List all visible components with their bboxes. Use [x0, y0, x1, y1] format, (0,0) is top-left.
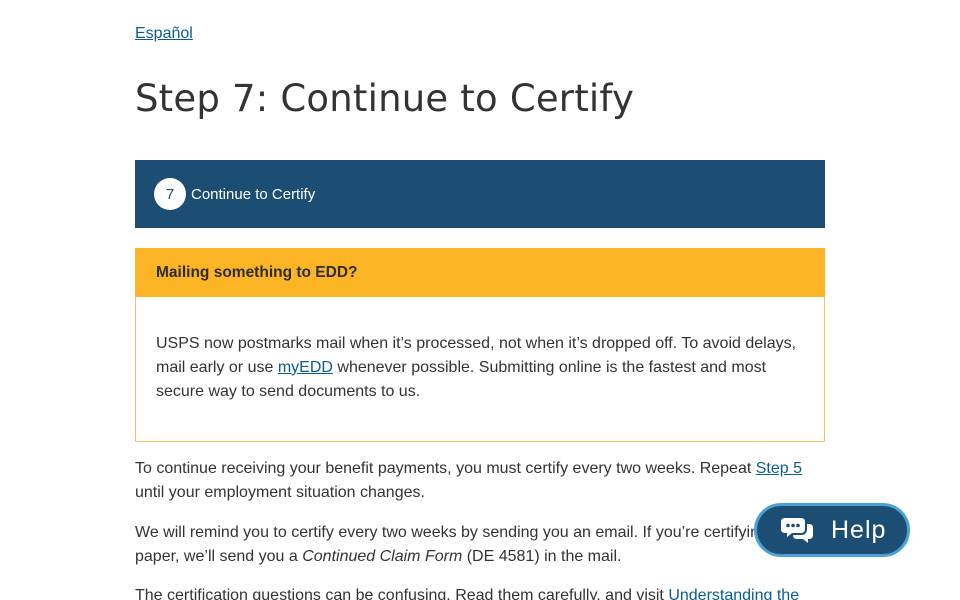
reminder-paragraph: We will remind you to certify every two … — [135, 521, 825, 569]
questions-text-before: The certification questions can be confu… — [135, 587, 669, 600]
chat-bubbles-icon — [781, 518, 813, 543]
language-link-espanol[interactable]: Español — [135, 24, 193, 44]
step-banner: 7 Continue to Certify — [135, 160, 825, 228]
notice-body: USPS now postmarks mail when it’s proces… — [135, 297, 825, 442]
page-title: Step 7: Continue to Certify — [135, 77, 635, 120]
reminder-text-after: (DE 4581) in the mail. — [462, 548, 622, 565]
step-number-badge: 7 — [154, 178, 186, 210]
help-button[interactable]: Help — [754, 503, 910, 557]
help-label: Help — [831, 515, 887, 544]
certify-text-after: until your employment situation changes. — [135, 484, 425, 501]
step-banner-label: Continue to Certify — [191, 185, 316, 203]
certify-paragraph: To continue receiving your benefit payme… — [135, 457, 825, 505]
notice-heading: Mailing something to EDD? — [135, 248, 825, 297]
certify-text-before: To continue receiving your benefit payme… — [135, 460, 756, 477]
understanding-link[interactable]: Understanding the — [668, 587, 799, 600]
questions-paragraph: The certification questions can be confu… — [135, 584, 825, 600]
continued-claim-form-title: Continued Claim Form — [302, 548, 463, 565]
myedd-link[interactable]: myEDD — [278, 359, 333, 376]
page: Español Step 7: Continue to Certify 7 Co… — [0, 0, 960, 600]
step-5-link[interactable]: Step 5 — [756, 460, 802, 477]
